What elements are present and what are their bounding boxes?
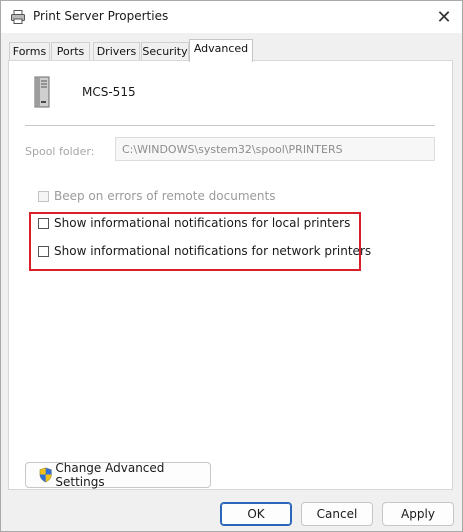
close-icon: ✕ [436,6,452,28]
apply-button[interactable]: Apply [382,502,454,526]
change-advanced-settings-label: Change Advanced Settings [55,461,165,489]
cancel-button[interactable]: Cancel [301,502,373,526]
advanced-tab-panel: MCS-515 Spool folder: C:\WINDOWS\system3… [8,60,453,490]
server-icon [34,76,50,108]
server-name: MCS-515 [82,85,136,99]
beep-remote-errors-label: Beep on errors of remote documents [54,189,276,203]
tab-advanced[interactable]: Advanced [189,39,253,62]
highlight-box [29,212,361,271]
title-bar: Print Server Properties ✕ [1,1,462,33]
printer-icon [11,10,25,24]
beep-remote-errors-checkbox [38,190,49,202]
tab-drivers[interactable]: Drivers [93,42,140,61]
tab-forms[interactable]: Forms [9,42,50,61]
divider [25,125,435,126]
tab-security[interactable]: Security [141,42,189,61]
tab-ports[interactable]: Ports [51,42,90,61]
print-server-properties-window: Print Server Properties ✕ Forms Ports Dr… [0,0,463,532]
window-title: Print Server Properties [33,9,169,23]
change-advanced-settings-button[interactable]: Change Advanced Settings [25,461,211,489]
ok-button[interactable]: OK [220,502,292,526]
spool-folder-label: Spool folder: [25,145,95,158]
spool-folder-field: C:\WINDOWS\system32\spool\PRINTERS [115,137,435,161]
beep-remote-errors-option: Beep on errors of remote documents [38,189,275,203]
close-button[interactable]: ✕ [426,1,462,33]
shield-icon [39,467,52,483]
